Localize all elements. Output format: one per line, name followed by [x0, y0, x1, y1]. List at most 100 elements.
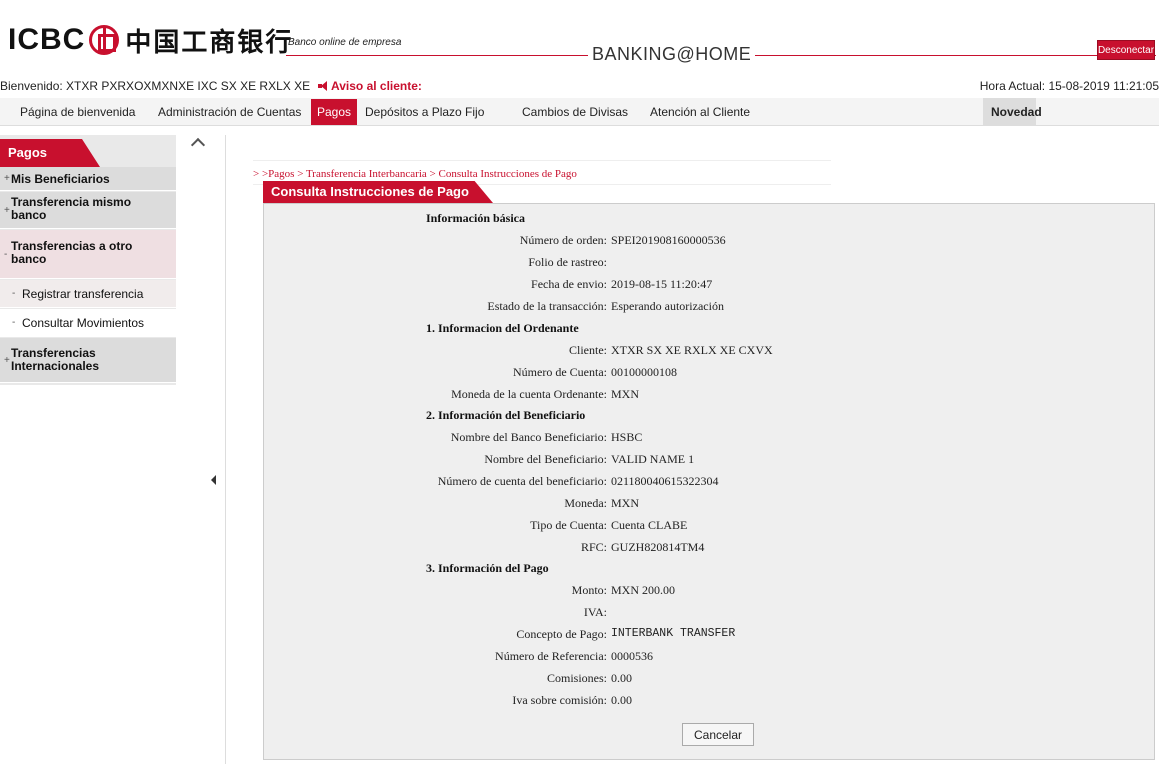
- detail-label: Comisiones:: [546, 671, 607, 685]
- detail-row: Moneda de la cuenta Ordenante: MXN: [264, 383, 1154, 405]
- detail-value: 0000536: [611, 649, 653, 663]
- payment-details-panel: Información básica Número de orden: SPEI2…: [263, 203, 1155, 760]
- detail-label: Nombre del Beneficiario:: [484, 452, 607, 466]
- nav-item-currency-exchange[interactable]: Cambios de Divisas: [522, 98, 628, 126]
- collapse-icon: -: [4, 249, 8, 260]
- detail-row: Concepto de Pago: INTERBANK TRANSFER: [264, 623, 1154, 645]
- detail-row: Número de Cuenta: 00100000108: [264, 361, 1154, 383]
- expand-icon: +: [4, 173, 10, 184]
- detail-value: INTERBANK TRANSFER: [611, 627, 736, 640]
- detail-row: Estado de la transacción: Esperando autor…: [264, 295, 1154, 317]
- detail-label: Monto:: [571, 583, 607, 597]
- customer-notice-link[interactable]: Aviso al cliente:: [318, 76, 422, 96]
- detail-label: Concepto de Pago:: [516, 627, 607, 641]
- detail-label: Folio de rastreo:: [528, 255, 607, 269]
- current-time: Hora Actual: 15-08-2019 11:21:05: [979, 79, 1159, 93]
- welcome-text: Bienvenido: XTXR PXRXOXMXNXE IXC SX XE R…: [0, 79, 311, 93]
- detail-value: 021180040615322304: [611, 474, 719, 488]
- sidebar-item-label: Registrar transferencia: [22, 287, 144, 301]
- bullet-icon: -: [12, 317, 16, 328]
- breadcrumb[interactable]: > >Pagos > Transferencia Interbancaria >…: [253, 168, 577, 180]
- detail-label: Cliente:: [569, 343, 607, 357]
- customer-notice-label: Aviso al cliente:: [331, 79, 422, 93]
- sidebar-item-same-bank-transfer[interactable]: + Transferencia mismo banco: [0, 192, 176, 229]
- detail-row: Comisiones: 0.00: [264, 667, 1154, 689]
- detail-label: Tipo de Cuenta:: [530, 518, 607, 532]
- breadcrumb-divider: [253, 160, 831, 161]
- detail-value: SPEI201908160000536: [611, 233, 726, 247]
- logo-icbc-text: ICBC: [8, 23, 86, 56]
- nav-item-welcome[interactable]: Página de bienvenida: [20, 98, 135, 126]
- detail-row: Nombre del Beneficiario: VALID NAME 1: [264, 448, 1154, 470]
- sidebar: Pagos + Mis Beneficiarios + Transferenci…: [0, 135, 226, 764]
- detail-label: Fecha de envio:: [531, 277, 607, 291]
- detail-value: 00100000108: [611, 365, 677, 379]
- nav-item-customer-service[interactable]: Atención al Cliente: [650, 98, 750, 126]
- main-nav: Página de bienvenida Administración de C…: [0, 98, 1159, 126]
- detail-row: Folio de rastreo:: [264, 251, 1154, 273]
- detail-row: Fecha de envio: 2019-08-15 11:20:47: [264, 273, 1154, 295]
- detail-row: Moneda: MXN: [264, 492, 1154, 514]
- sidebar-item-movements[interactable]: - Consultar Movimientos: [0, 309, 176, 337]
- detail-row: Nombre del Banco Beneficiario: HSBC: [264, 426, 1154, 448]
- detail-value: 2019-08-15 11:20:47: [611, 277, 713, 291]
- sidebar-item-label: Transferencia mismo banco: [11, 195, 132, 222]
- detail-label: RFC:: [580, 540, 607, 554]
- detail-value: XTXR SX XE RXLX XE CXVX: [611, 343, 773, 357]
- detail-value: MXN: [611, 387, 640, 401]
- logo-chinese-text: 中国工商银行: [125, 27, 294, 58]
- detail-row: Número de orden: SPEI201908160000536: [264, 229, 1154, 251]
- speaker-icon: [318, 81, 328, 91]
- detail-value: MXN: [611, 496, 640, 510]
- detail-label: Iva sobre comisión:: [512, 693, 607, 707]
- site-title: BANKING@HOME: [588, 44, 756, 65]
- detail-row: Monto: MXN 200.00: [264, 579, 1154, 601]
- nav-item-payments[interactable]: Pagos: [311, 99, 358, 125]
- collapse-up-icon[interactable]: [190, 137, 206, 153]
- detail-row: Iva sobre comisión: 0.00: [264, 689, 1154, 711]
- expand-icon: +: [4, 355, 10, 366]
- panel-title: Consulta Instrucciones de Pago: [263, 181, 493, 203]
- detail-row: Número de Referencia: 0000536: [264, 645, 1154, 667]
- detail-label: Moneda:: [564, 496, 607, 510]
- welcome-bar: Bienvenido: XTXR PXRXOXMXNXE IXC SX XE R…: [0, 76, 1159, 96]
- detail-row: Cliente: XTXR SX XE RXLX XE CXVX: [264, 339, 1154, 361]
- detail-label: Número de cuenta del beneficiario:: [437, 474, 607, 488]
- detail-value: 0.00: [611, 693, 632, 707]
- sidebar-item-register-transfer[interactable]: - Registrar transferencia: [0, 280, 176, 308]
- nav-item-fixed-deposits[interactable]: Depósitos a Plazo Fijo: [365, 98, 484, 126]
- detail-row: Tipo de Cuenta: Cuenta CLABE: [264, 514, 1154, 536]
- bullet-icon: -: [12, 288, 16, 299]
- sidebar-item-label: Transferencias a otro banco: [11, 239, 133, 266]
- nav-news[interactable]: Novedad: [983, 98, 1042, 126]
- cancel-button[interactable]: Cancelar: [682, 723, 754, 746]
- detail-value: Esperando autorización: [611, 299, 724, 313]
- detail-label: Número de Cuenta:: [513, 365, 607, 379]
- header: ICBC 中国工商银行 Banco online de empresa BANK…: [0, 0, 1159, 80]
- detail-value: GUZH820814TM4: [611, 540, 705, 554]
- tagline: Banco online de empresa: [288, 37, 402, 48]
- detail-label: Número de Referencia:: [495, 649, 607, 663]
- detail-row: RFC: GUZH820814TM4: [264, 536, 1154, 558]
- section-basic-info: Información básica: [426, 211, 525, 225]
- sidebar-item-international-transfers[interactable]: + Transferencias Internacionales: [0, 338, 176, 383]
- detail-row: IVA:: [264, 601, 1154, 623]
- detail-value: VALID NAME 1: [611, 452, 695, 466]
- detail-label: IVA:: [583, 605, 607, 619]
- collapse-sidebar-icon[interactable]: [211, 475, 216, 485]
- detail-label: Número de orden:: [519, 233, 607, 247]
- detail-label: Nombre del Banco Beneficiario:: [450, 430, 607, 444]
- sidebar-item-label: Consultar Movimientos: [22, 316, 145, 330]
- icbc-seal-icon: [89, 25, 120, 55]
- expand-icon: +: [4, 205, 10, 216]
- detail-value: 0.00: [611, 671, 632, 685]
- detail-value: Cuenta CLABE: [611, 518, 688, 532]
- section-beneficiary: 2. Información del Beneficiario: [426, 408, 586, 422]
- sidebar-item-label: Transferencias Internacionales: [11, 346, 100, 373]
- disconnect-button[interactable]: Desconectar: [1097, 40, 1155, 60]
- detail-value: HSBC: [611, 430, 643, 444]
- sidebar-item-other-bank-transfer[interactable]: - Transferencias a otro banco: [0, 230, 176, 279]
- sidebar-item-beneficiaries[interactable]: + Mis Beneficiarios: [0, 167, 176, 191]
- nav-item-accounts[interactable]: Administración de Cuentas: [158, 98, 301, 126]
- section-ordering-party: 1. Informacion del Ordenante: [426, 321, 579, 335]
